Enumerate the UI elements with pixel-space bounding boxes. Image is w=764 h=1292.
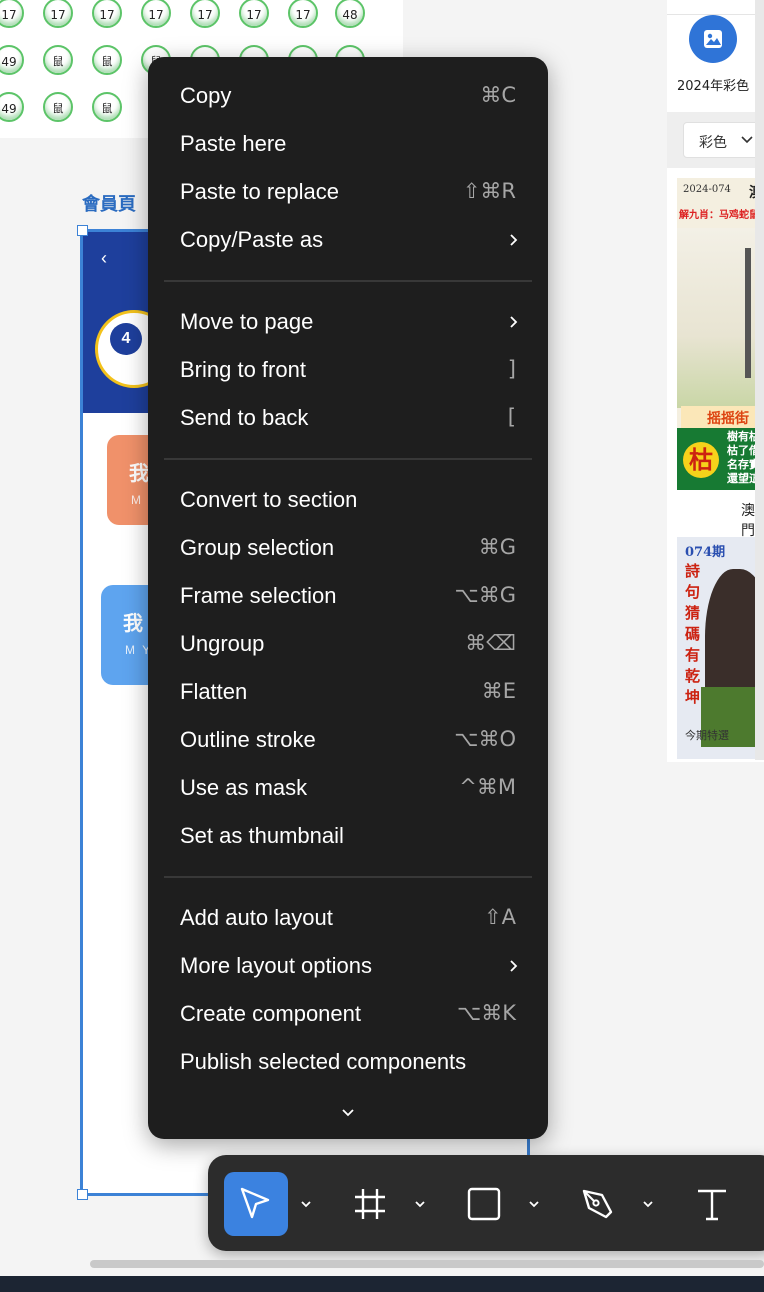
shortcut: ⌥⌘O — [454, 727, 516, 751]
menu-item-frame-selection[interactable]: Frame selection ⌥⌘G — [164, 575, 532, 617]
thumb-date: 2024-074 — [683, 184, 731, 195]
back-chevron-icon: ‹ — [101, 248, 107, 268]
context-menu: Copy ⌘C Paste here Paste to replace ⇧⌘R … — [148, 57, 548, 1139]
vertical-scrollbar[interactable] — [755, 0, 764, 760]
move-tool-button[interactable] — [224, 1172, 288, 1236]
menu-item-ungroup[interactable]: Ungroup ⌘⌫ — [164, 623, 532, 665]
lottery-ball: 17 — [190, 0, 220, 28]
chevron-down-icon[interactable] — [299, 1198, 313, 1210]
shortcut: ⌥⌘G — [454, 583, 516, 607]
filter-value: 彩色 — [699, 135, 727, 151]
shortcut: ⌘C — [480, 83, 516, 107]
lottery-ball: 鼠 — [92, 45, 122, 75]
menu-item-send-to-back[interactable]: Send to back [ — [164, 397, 532, 439]
chevron-down-icon — [741, 136, 753, 144]
scroll-down-chevron-icon[interactable] — [338, 1105, 358, 1121]
thumbnail-image[interactable]: 2024-074 澳 解九肖：马鸡蛇鼠猪狗 摇摇街 枯 樹有枯 枯了借 名存實 … — [677, 178, 764, 490]
shortcut: ⌥⌘K — [457, 1001, 516, 1025]
shortcut: [ — [507, 405, 516, 429]
menu-item-move-to-page[interactable]: Move to page — [164, 301, 532, 343]
menu-item-outline-stroke[interactable]: Outline stroke ⌥⌘O — [164, 719, 532, 761]
card-title: 我 — [123, 611, 143, 635]
shortcut: ⌘⌫ — [465, 631, 516, 655]
thumb-top-text: 074期 — [685, 545, 726, 560]
shortcut: ^⌘M — [459, 775, 516, 799]
lottery-ball: 17 — [0, 0, 24, 28]
selection-handle[interactable] — [77, 1189, 88, 1200]
menu-item-set-as-thumbnail[interactable]: Set as thumbnail — [164, 815, 532, 857]
move-cursor-icon — [240, 1187, 270, 1219]
chevron-down-icon[interactable] — [527, 1198, 541, 1210]
menu-item-paste-here[interactable]: Paste here — [164, 123, 532, 165]
chevron-right-icon — [510, 316, 518, 328]
right-panel: 2024年彩色 彩色 2024-074 澳 解九肖：马鸡蛇鼠猪狗 摇摇街 枯 樹… — [667, 0, 764, 762]
menu-item-more-layout-options[interactable]: More layout options — [164, 945, 532, 987]
shortcut: ⌘G — [478, 535, 516, 559]
window-bottom-bar — [0, 1276, 764, 1292]
menu-item-copy[interactable]: Copy ⌘C — [164, 75, 532, 117]
pen-tool-button[interactable] — [566, 1172, 630, 1236]
frame-label[interactable]: 會員頁 — [82, 190, 136, 216]
selection-handle[interactable] — [77, 225, 88, 236]
horizontal-scrollbar[interactable] — [90, 1260, 764, 1268]
chevron-down-icon[interactable] — [641, 1198, 655, 1210]
menu-separator — [164, 458, 532, 460]
image-icon[interactable] — [689, 15, 737, 63]
pen-icon — [582, 1189, 613, 1219]
menu-item-add-auto-layout[interactable]: Add auto layout ⇧A — [164, 897, 532, 939]
color-filter-select[interactable]: 彩色 — [683, 122, 764, 158]
shortcut: ] — [507, 357, 516, 381]
thumb-tag-text: 摇摇街 — [707, 411, 749, 427]
lottery-ball: 48 — [335, 0, 365, 28]
thumb-big-char: 枯 — [683, 442, 719, 478]
menu-item-convert-to-section[interactable]: Convert to section — [164, 479, 532, 521]
lottery-ball: 17 — [288, 0, 318, 28]
image-category-label[interactable]: 2024年彩色 — [677, 75, 749, 94]
thumb-column-text: 詩 句 猜 碼 有 乾 坤 — [685, 562, 701, 706]
lottery-ball: 17 — [92, 0, 122, 28]
shape-tool-button[interactable] — [452, 1172, 516, 1236]
lottery-ball: 鼠 — [92, 92, 122, 122]
menu-item-use-as-mask[interactable]: Use as mask ^⌘M — [164, 767, 532, 809]
bottom-toolbar — [208, 1155, 764, 1251]
menu-item-create-component[interactable]: Create component ⌥⌘K — [164, 993, 532, 1035]
chevron-down-icon[interactable] — [413, 1198, 427, 1210]
thumb-bottom-text: 今期特選 — [685, 729, 729, 742]
menu-separator — [164, 876, 532, 878]
lottery-ball: 17 — [239, 0, 269, 28]
thumb-red-text: 解九肖：马鸡蛇鼠猪狗 — [679, 210, 764, 221]
frame-hash-icon — [355, 1189, 385, 1219]
card-title: 我 — [129, 461, 149, 485]
shortcut: ⇧⌘R — [462, 179, 516, 203]
menu-item-bring-to-front[interactable]: Bring to front ] — [164, 349, 532, 391]
filter-bar: 彩色 — [667, 112, 764, 168]
frame-tool-button[interactable] — [338, 1172, 402, 1236]
menu-item-flatten[interactable]: Flatten ⌘E — [164, 671, 532, 713]
chevron-right-icon — [510, 234, 518, 246]
menu-item-paste-to-replace[interactable]: Paste to replace ⇧⌘R — [164, 171, 532, 213]
text-icon — [698, 1189, 726, 1221]
menu-separator — [164, 280, 532, 282]
shortcut: ⇧A — [484, 905, 516, 929]
lottery-ball: 鼠 — [43, 45, 73, 75]
shortcut: ⌘E — [481, 679, 516, 703]
lottery-ball: 17 — [43, 0, 73, 28]
rectangle-icon — [467, 1187, 501, 1221]
lottery-ball: 49 — [0, 45, 24, 75]
lottery-ball: 17 — [141, 0, 171, 28]
thumbnail-image[interactable]: 074期 詩 句 猜 碼 有 乾 坤 今期特選 — [677, 537, 764, 759]
chevron-right-icon — [510, 960, 518, 972]
menu-item-publish-selected-components[interactable]: Publish selected components — [164, 1041, 532, 1083]
menu-item-copy-paste-as[interactable]: Copy/Paste as — [164, 219, 532, 261]
text-tool-button[interactable] — [680, 1172, 744, 1236]
menu-item-group-selection[interactable]: Group selection ⌘G — [164, 527, 532, 569]
lottery-ball: 49 — [0, 92, 24, 122]
lottery-ball: 鼠 — [43, 92, 73, 122]
